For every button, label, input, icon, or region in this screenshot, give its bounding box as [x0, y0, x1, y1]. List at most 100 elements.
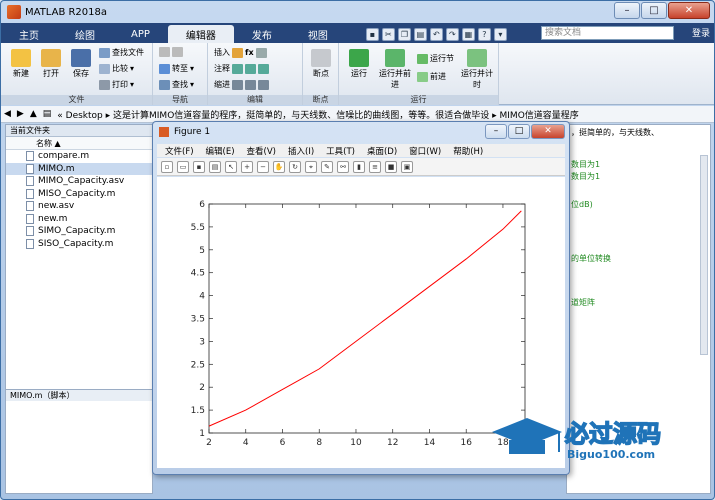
pan-hand-icon[interactable]: ✋	[273, 160, 285, 173]
back-forward-buttons[interactable]	[159, 47, 183, 57]
new-figure-icon[interactable]: ▫	[161, 160, 173, 173]
figure-close-button[interactable]: ✕	[531, 124, 565, 139]
list-item[interactable]: SISO_Capacity.m	[6, 238, 152, 251]
advance-button[interactable]: 前进	[417, 71, 446, 82]
tab-publish[interactable]: 发布	[234, 25, 290, 43]
menu-window[interactable]: 窗口(W)	[409, 145, 441, 157]
insert-button[interactable]: 插入 fx	[214, 47, 267, 58]
switch-windows-icon[interactable]: ▦	[461, 27, 475, 41]
list-item[interactable]: SIMO_Capacity.m	[6, 225, 152, 238]
run-section-button[interactable]: 运行节	[417, 53, 454, 64]
colorbar-icon[interactable]: ▮	[353, 160, 365, 173]
m-file-icon	[26, 213, 34, 224]
data-cursor-icon[interactable]: ⌖	[305, 160, 317, 173]
zoom-out-icon[interactable]: −	[257, 160, 269, 173]
help-icon[interactable]: ?	[477, 27, 491, 41]
tab-editor[interactable]: 编辑器	[167, 25, 234, 43]
new-button[interactable]: 新建	[7, 47, 35, 79]
cut-icon[interactable]: ✂	[381, 27, 395, 41]
maximize-button[interactable]: □	[641, 2, 667, 19]
menu-insert[interactable]: 插入(I)	[288, 145, 314, 157]
name-column-header[interactable]: 名称 ▲	[6, 137, 152, 150]
editor-comment-line: 数目为1	[571, 160, 601, 169]
fx-button[interactable]: fx	[245, 48, 254, 57]
breakpoints-button[interactable]: 断点	[307, 47, 335, 79]
tab-plots[interactable]: 绘图	[57, 25, 113, 43]
legend-icon[interactable]: ≡	[369, 160, 381, 173]
save-button[interactable]: 保存	[67, 47, 95, 79]
pointer-icon[interactable]: ↖	[225, 160, 237, 173]
quick-access-toolbar: ▪ ✂ ❐ ▤ ↶ ↷ ▦ ? ▾	[365, 25, 507, 43]
zoom-in-icon[interactable]: +	[241, 160, 253, 173]
menu-tools[interactable]: 工具(T)	[326, 145, 355, 157]
function-browser-icon[interactable]	[255, 47, 267, 58]
open-folder-icon	[41, 49, 61, 67]
link-plot-icon[interactable]: ⚯	[337, 160, 349, 173]
copy-icon[interactable]: ❐	[397, 27, 411, 41]
run-time-button[interactable]: 运行并计时	[461, 47, 493, 90]
breakpoints-group-label: 断点	[303, 95, 338, 105]
plot-axes-box	[208, 203, 526, 434]
list-item[interactable]: MIMO_Capacity.asv	[6, 175, 152, 188]
tab-home[interactable]: 主页	[1, 25, 57, 43]
menu-help[interactable]: 帮助(H)	[453, 145, 483, 157]
breakpoint-icon	[311, 49, 331, 67]
list-item[interactable]: new.m	[6, 213, 152, 226]
show-plot-tools-icon[interactable]: ▣	[401, 160, 413, 173]
open-button[interactable]: 打开	[37, 47, 65, 79]
close-button[interactable]: ✕	[668, 2, 710, 19]
goto-button[interactable]: 转至 ▾	[159, 63, 194, 74]
menu-file[interactable]: 文件(F)	[165, 145, 194, 157]
figure-minimize-button[interactable]: –	[485, 124, 507, 139]
search-input[interactable]: 搜索文档	[541, 26, 674, 40]
run-button[interactable]: 运行	[345, 47, 373, 79]
menu-view[interactable]: 查看(V)	[247, 145, 276, 157]
current-path[interactable]: « Desktop ▸ 这是计算MIMO信道容量的程序，挺简单的，与天线数、信噪…	[57, 108, 579, 121]
print-icon[interactable]: ▤	[209, 160, 221, 173]
list-item[interactable]: compare.m	[6, 150, 152, 163]
indent-button[interactable]: 缩进	[214, 79, 269, 90]
print-button[interactable]: 打印 ▾	[99, 79, 134, 90]
list-item[interactable]: MISO_Capacity.m	[6, 188, 152, 201]
menu-desktop[interactable]: 桌面(D)	[367, 145, 397, 157]
dropdown-icon[interactable]: ▾	[493, 27, 507, 41]
find-button[interactable]: 查找 ▾	[159, 79, 194, 90]
undo-icon[interactable]: ↶	[429, 27, 443, 41]
forward-icon[interactable]: ▶	[17, 109, 24, 119]
paste-icon[interactable]: ▤	[413, 27, 427, 41]
tab-view[interactable]: 视图	[290, 25, 346, 43]
save-icon[interactable]: ▪	[365, 27, 379, 41]
tab-apps[interactable]: APP	[113, 25, 168, 43]
wrap-icon[interactable]	[258, 63, 269, 74]
redo-icon[interactable]: ↷	[445, 27, 459, 41]
compare-icon	[99, 63, 110, 74]
menu-edit[interactable]: 编辑(E)	[206, 145, 235, 157]
comment-button[interactable]: 注释	[214, 63, 269, 74]
brush-icon[interactable]: ✎	[321, 160, 333, 173]
outdent-icon[interactable]	[258, 79, 269, 90]
run-section-icon	[417, 53, 428, 64]
login-button[interactable]: 登录	[692, 26, 710, 39]
y-tick-label: 6	[199, 200, 205, 210]
open-file-icon[interactable]: ▭	[177, 160, 189, 173]
compare-button[interactable]: 比较 ▾	[99, 63, 134, 74]
minimize-button[interactable]: –	[614, 2, 640, 19]
find-files-button[interactable]: 查找文件	[99, 47, 144, 58]
uncomment-icon[interactable]	[245, 63, 256, 74]
indent-icon[interactable]	[245, 79, 256, 90]
x-tick-label: 2	[206, 438, 212, 448]
file-group: 新建 打开 保存 查找文件 比较 ▾ 打印 ▾ 文件	[1, 43, 153, 105]
up-folder-icon[interactable]: ▲	[30, 109, 37, 119]
matlab-logo-icon	[7, 5, 21, 19]
list-item[interactable]: new.asv	[6, 200, 152, 213]
rotate-icon[interactable]: ↻	[289, 160, 301, 173]
list-item[interactable]: MIMO.m	[6, 162, 152, 175]
y-tick-label: 5	[199, 246, 205, 256]
editor-scrollbar[interactable]	[700, 155, 708, 355]
save-figure-icon[interactable]: ▪	[193, 160, 205, 173]
figure-maximize-button[interactable]: □	[508, 124, 530, 139]
back-icon[interactable]: ◀	[4, 109, 11, 119]
browse-folder-icon[interactable]: ▤	[43, 109, 52, 119]
run-advance-button[interactable]: 运行并前进	[379, 47, 411, 90]
hide-plot-tools-icon[interactable]: ■	[385, 160, 397, 173]
